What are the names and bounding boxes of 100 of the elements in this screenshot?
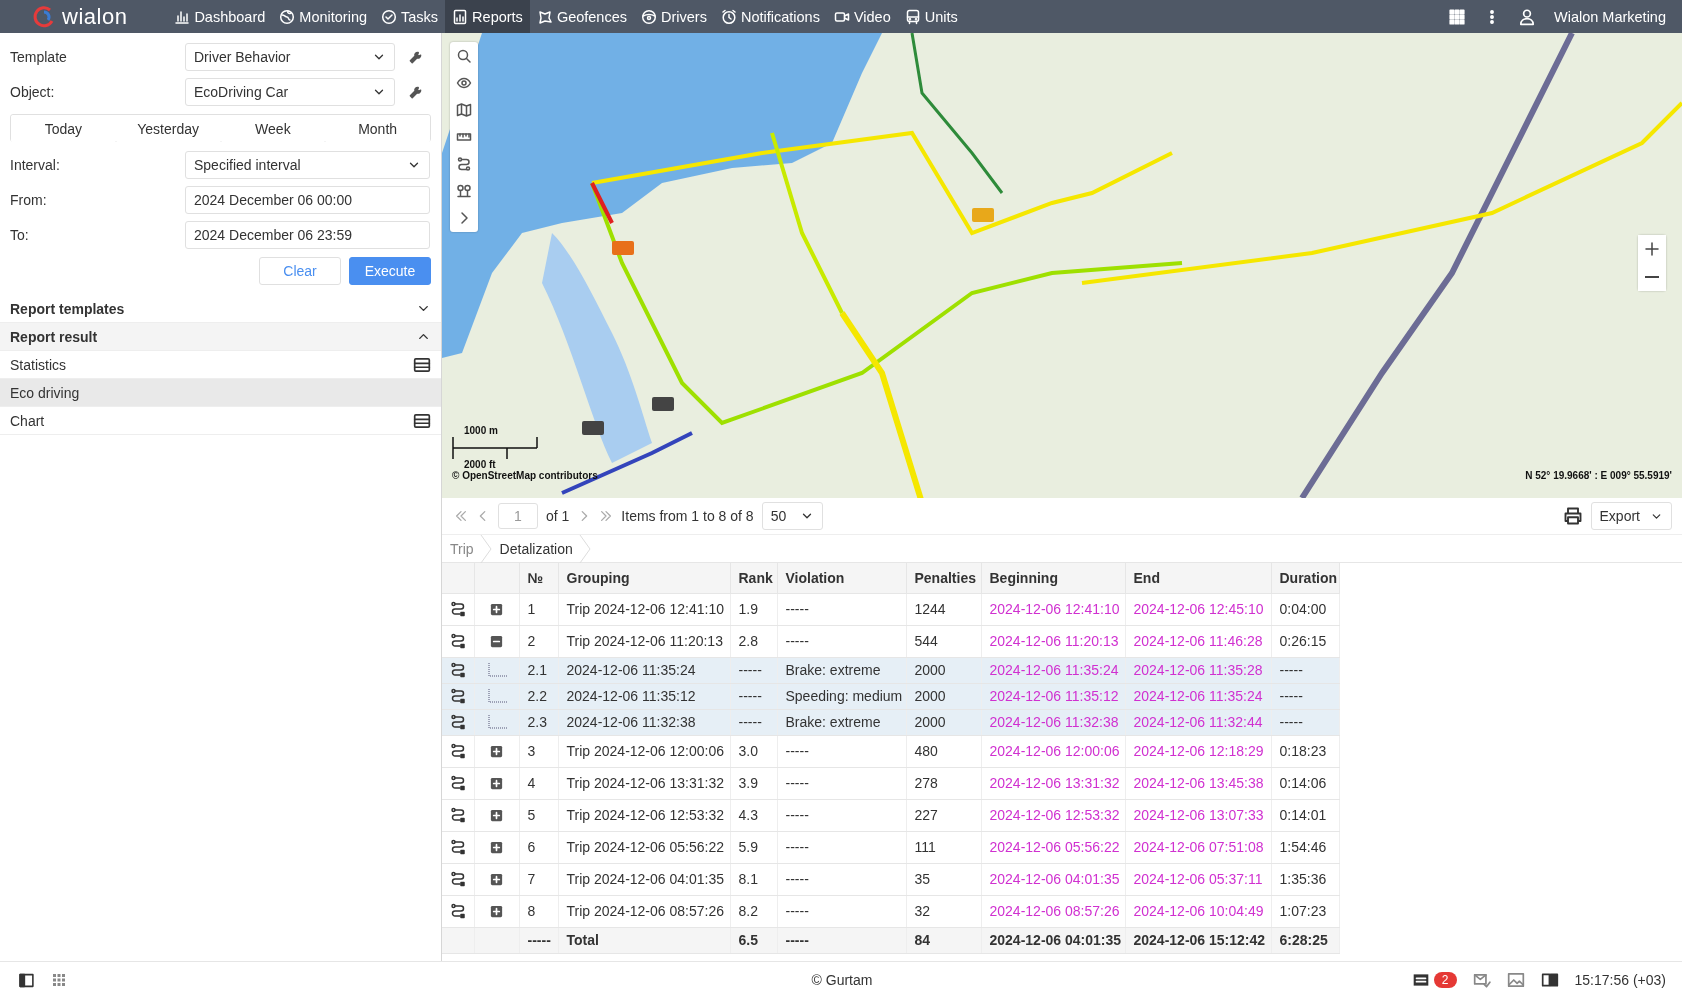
route-icon[interactable] (449, 688, 466, 704)
nav-tab[interactable]: Tasks (374, 0, 446, 33)
date-link[interactable]: 2024-12-06 12:41:10 (981, 593, 1125, 625)
date-link[interactable]: 2024-12-06 10:04:49 (1125, 895, 1271, 927)
route-icon[interactable] (449, 714, 466, 730)
route-icon[interactable] (449, 903, 466, 919)
date-link[interactable]: 2024-12-06 11:32:38 (981, 709, 1125, 735)
breadcrumb-item[interactable]: Trip (442, 540, 480, 557)
minus-square-icon[interactable] (489, 633, 504, 649)
plus-square-icon[interactable] (489, 775, 504, 791)
table-icon[interactable] (413, 411, 431, 430)
table-icon[interactable] (413, 355, 431, 374)
page-size-select[interactable]: 50 (761, 502, 824, 530)
route-icon[interactable] (449, 662, 466, 678)
column-header[interactable]: Penalties (906, 563, 981, 593)
nav-tab[interactable]: Units (897, 0, 965, 33)
plus-square-icon[interactable] (489, 871, 504, 887)
plus-square-icon[interactable] (489, 839, 504, 855)
column-header[interactable]: Grouping (558, 563, 730, 593)
user-icon[interactable] (1518, 7, 1536, 26)
route-icon[interactable] (449, 807, 466, 823)
route-icon[interactable] (456, 156, 472, 172)
select-field[interactable]: Driver Behavior (185, 43, 395, 71)
table-cell: ----- (777, 625, 906, 657)
plus-square-icon[interactable] (489, 807, 504, 823)
date-link[interactable]: 2024-12-06 05:37:11 (1125, 863, 1271, 895)
nav-tab[interactable]: Video (826, 0, 898, 33)
eye-icon[interactable] (456, 75, 472, 91)
image-icon[interactable] (1506, 971, 1525, 989)
date-link[interactable]: 2024-12-06 11:20:13 (981, 625, 1125, 657)
route-icon[interactable] (449, 743, 466, 759)
wrench-icon[interactable] (408, 84, 423, 100)
message-list-icon[interactable] (1411, 971, 1430, 989)
table-cell: Brake: extreme (777, 657, 906, 683)
column-header[interactable]: № (519, 563, 558, 593)
date-link[interactable]: 2024-12-06 12:18:29 (1125, 735, 1271, 767)
date-link[interactable]: 2024-12-06 12:53:32 (981, 799, 1125, 831)
user-name[interactable]: Wialon Marketing (1554, 8, 1666, 25)
sidebar-toggle-icon[interactable] (18, 971, 35, 989)
date-link[interactable]: 2024-12-06 11:46:28 (1125, 625, 1271, 657)
plus-square-icon[interactable] (489, 903, 504, 919)
book-icon[interactable] (1540, 971, 1559, 989)
table-cell: 0:04:00 (1271, 593, 1339, 625)
scale-label: 2000 ft (463, 459, 497, 471)
date-link[interactable]: 2024-12-06 11:35:12 (981, 683, 1125, 709)
nav-tab[interactable]: Reports (445, 0, 530, 33)
route-icon[interactable] (449, 775, 466, 791)
nav-tab[interactable]: Dashboard (167, 0, 273, 33)
nav-tab[interactable]: Drivers (634, 0, 714, 33)
pins-icon[interactable] (456, 183, 472, 199)
select-field[interactable]: Specified interval (185, 151, 430, 179)
route-icon[interactable] (449, 871, 466, 887)
print-icon[interactable] (1562, 506, 1583, 526)
nav-tab[interactable]: Monitoring (272, 0, 374, 33)
plus-square-icon[interactable] (489, 743, 504, 759)
globe-icon (279, 8, 296, 25)
apps-grid-icon[interactable] (1448, 7, 1466, 26)
table-cell: 8 (519, 895, 558, 927)
date-link[interactable]: 2024-12-06 05:56:22 (981, 831, 1125, 863)
date-field[interactable]: 2024 December 06 23:59 (185, 221, 430, 249)
column-header[interactable]: Violation (777, 563, 906, 593)
date-link[interactable]: 2024-12-06 07:51:08 (1125, 831, 1271, 863)
date-link[interactable]: 2024-12-06 04:01:35 (981, 863, 1125, 895)
date-link[interactable]: 2024-12-06 13:31:32 (981, 767, 1125, 799)
search-icon[interactable] (456, 48, 472, 64)
route-icon[interactable] (449, 633, 466, 649)
date-link[interactable]: 2024-12-06 11:32:44 (1125, 709, 1271, 735)
table-cell: 4.3 (730, 799, 777, 831)
result-item[interactable]: Eco driving (0, 379, 441, 407)
nav-tab[interactable]: Notifications (713, 0, 827, 33)
period-tab[interactable]: Today (11, 115, 116, 143)
envelope-check-icon[interactable] (1472, 971, 1491, 989)
select-field[interactable]: EcoDriving Car (185, 78, 395, 106)
date-link[interactable]: 2024-12-06 11:35:24 (1125, 683, 1271, 709)
period-tab[interactable]: Month (325, 115, 430, 143)
grid-icon[interactable] (51, 972, 67, 988)
column-header[interactable]: Duration (1271, 563, 1339, 593)
column-header[interactable]: Beginning (981, 563, 1125, 593)
zoom-in-button[interactable] (1638, 235, 1666, 263)
table-cell: Total (558, 927, 730, 953)
breadcrumb-item[interactable]: Detalization (491, 540, 579, 557)
date-link[interactable]: 2024-12-06 13:45:38 (1125, 767, 1271, 799)
column-header[interactable]: Rank (730, 563, 777, 593)
route-icon[interactable] (449, 601, 466, 617)
date-field[interactable]: 2024 December 06 00:00 (185, 186, 430, 214)
export-button[interactable]: Export (1590, 502, 1672, 530)
date-link[interactable]: 2024-12-06 08:57:26 (981, 895, 1125, 927)
date-link[interactable]: 2024-12-06 12:00:06 (981, 735, 1125, 767)
date-link[interactable]: 2024-12-06 11:35:24 (981, 657, 1125, 683)
nav-tab[interactable]: Geofences (529, 0, 634, 33)
plus-square-icon[interactable] (489, 601, 504, 617)
route-icon[interactable] (449, 839, 466, 855)
section-header[interactable]: Report result (0, 323, 441, 351)
date-link[interactable]: 2024-12-06 12:45:10 (1125, 593, 1271, 625)
wrench-icon[interactable] (408, 49, 423, 65)
date-link[interactable]: 2024-12-06 13:07:33 (1125, 799, 1271, 831)
zoom-out-button[interactable] (1638, 263, 1666, 291)
column-header[interactable]: End (1125, 563, 1271, 593)
map-icon[interactable] (456, 102, 472, 118)
date-link[interactable]: 2024-12-06 11:35:28 (1125, 657, 1271, 683)
